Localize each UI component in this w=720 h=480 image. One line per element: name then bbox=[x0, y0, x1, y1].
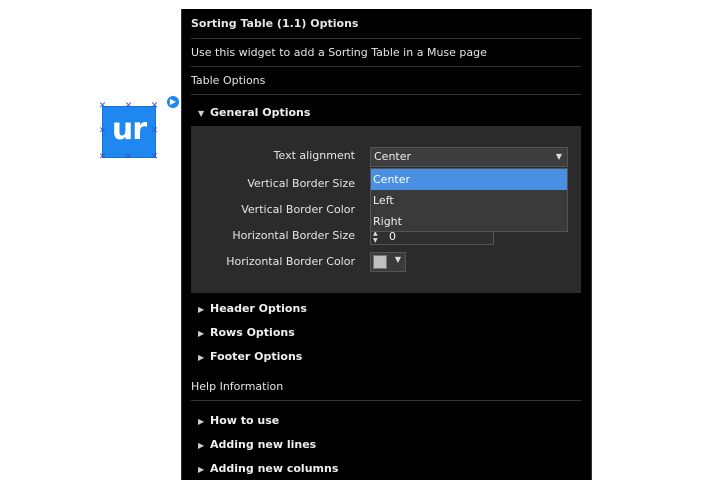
color-swatch bbox=[373, 255, 387, 269]
selection-handle-icon[interactable]: ✕ bbox=[124, 153, 133, 162]
chevron-down-icon: ▼ bbox=[394, 255, 401, 264]
chevron-right-icon: ▶ bbox=[198, 353, 205, 362]
chevron-right-icon: ▶ bbox=[198, 305, 205, 314]
chevron-down-icon: ▼ bbox=[198, 109, 205, 118]
selection-handle-icon[interactable]: ✕ bbox=[150, 153, 159, 162]
options-flyout-icon[interactable]: ▶ bbox=[167, 96, 179, 108]
chevron-down-icon: ▼ bbox=[555, 152, 562, 161]
text-alignment-select[interactable]: Center ▼ bbox=[370, 147, 568, 167]
selection-handle-icon[interactable]: ✕ bbox=[98, 153, 107, 162]
horizontal-border-color-picker[interactable]: ▼ bbox=[370, 252, 406, 272]
options-panel: Sorting Table (1.1) Options Use this wid… bbox=[181, 9, 592, 480]
help-information-heading: Help Information bbox=[191, 373, 581, 401]
section-footer-options[interactable]: ▶ Footer Options bbox=[198, 347, 302, 367]
chevron-right-icon: ▶ bbox=[198, 417, 205, 426]
dropdown-option-center[interactable]: Center bbox=[371, 169, 567, 190]
stepper-arrows-icon[interactable]: ▲ ▼ bbox=[373, 230, 385, 244]
selection-handle-icon[interactable]: ✕ bbox=[150, 102, 159, 111]
chevron-right-icon: ▶ bbox=[198, 465, 205, 474]
selection-handle-icon[interactable]: ✕ bbox=[98, 127, 107, 136]
horizontal-border-size-label: Horizontal Border Size bbox=[232, 229, 355, 242]
help-how-to-use[interactable]: ▶ How to use bbox=[198, 411, 279, 431]
dropdown-option-right[interactable]: Right bbox=[371, 211, 567, 232]
widget-thumbnail-text: ur bbox=[111, 112, 147, 147]
help-adding-new-columns[interactable]: ▶ Adding new columns bbox=[198, 459, 338, 479]
dropdown-option-left[interactable]: Left bbox=[371, 190, 567, 211]
section-general-options[interactable]: ▼ General Options bbox=[198, 103, 310, 123]
vertical-border-color-label: Vertical Border Color bbox=[241, 203, 355, 216]
text-alignment-label: Text alignment bbox=[273, 149, 355, 162]
selection-handle-icon[interactable]: ✕ bbox=[150, 127, 159, 136]
panel-title: Sorting Table (1.1) Options bbox=[191, 9, 581, 39]
selection-handle-icon[interactable]: ✕ bbox=[98, 102, 107, 111]
table-options-heading: Table Options bbox=[191, 67, 581, 95]
selection-handle-icon[interactable]: ✕ bbox=[124, 102, 133, 111]
horizontal-border-color-label: Horizontal Border Color bbox=[226, 255, 355, 268]
help-adding-new-lines[interactable]: ▶ Adding new lines bbox=[198, 435, 316, 455]
chevron-right-icon: ▶ bbox=[198, 441, 205, 450]
widget-thumbnail[interactable]: ur bbox=[102, 106, 156, 158]
section-header-options[interactable]: ▶ Header Options bbox=[198, 299, 307, 319]
general-options-body: Text alignment Center ▼ Center Left Righ… bbox=[191, 126, 581, 293]
section-rows-options[interactable]: ▶ Rows Options bbox=[198, 323, 295, 343]
text-alignment-dropdown: Center Left Right bbox=[370, 168, 568, 232]
vertical-border-size-label: Vertical Border Size bbox=[247, 177, 355, 190]
panel-description: Use this widget to add a Sorting Table i… bbox=[191, 39, 581, 67]
chevron-right-icon: ▶ bbox=[198, 329, 205, 338]
